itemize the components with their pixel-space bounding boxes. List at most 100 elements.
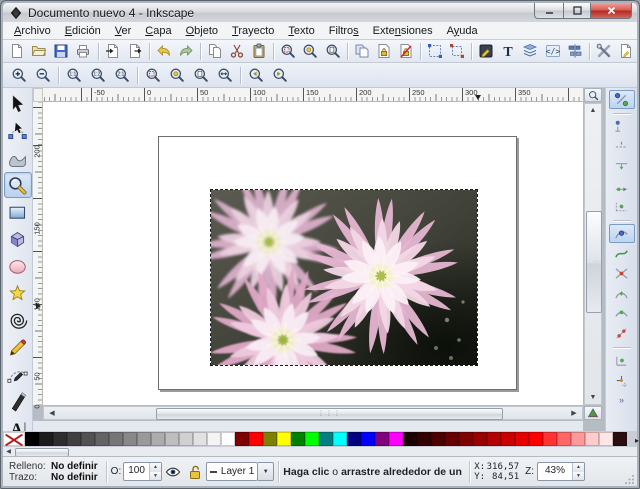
cut-button[interactable]: [226, 40, 248, 62]
zoom-previous-button[interactable]: [244, 64, 268, 86]
snapbar-overflow-button[interactable]: »: [619, 395, 624, 405]
palette-swatch[interactable]: [389, 432, 403, 446]
align-distribute-button[interactable]: [564, 40, 586, 62]
snap-nodes-button[interactable]: [609, 224, 635, 243]
calligraphy-tool-button[interactable]: [4, 388, 32, 414]
ungroup-button[interactable]: [446, 40, 468, 62]
horizontal-scroll-thumb[interactable]: ⋮⋮⋮: [156, 408, 503, 420]
page[interactable]: [158, 136, 517, 390]
snap-path-intersections-button[interactable]: [609, 264, 635, 283]
vertical-scroll-thumb[interactable]: ⫶: [586, 211, 602, 313]
menu-texto[interactable]: Texto: [281, 23, 321, 39]
node-tool-button[interactable]: [4, 118, 32, 144]
snap-bounding-box-button[interactable]: [609, 117, 635, 136]
menu-ver[interactable]: Ver: [108, 23, 139, 39]
current-layer-combo[interactable]: Layer 1: [206, 462, 258, 481]
palette-swatch[interactable]: [179, 432, 193, 446]
palette-swatch[interactable]: [529, 432, 543, 446]
menu-ayuda[interactable]: Ayuda: [440, 23, 485, 39]
menu-filtros[interactable]: Filtros: [322, 23, 366, 39]
menu-trayecto[interactable]: Trayecto: [225, 23, 281, 39]
palette-swatch[interactable]: [53, 432, 67, 446]
undo-button[interactable]: [153, 40, 175, 62]
palette-swatch[interactable]: [543, 432, 557, 446]
layer-dropdown-arrow[interactable]: ▼: [258, 462, 274, 481]
palette-swatch[interactable]: [613, 432, 627, 446]
new-document-button[interactable]: [6, 40, 28, 62]
palette-swatch[interactable]: [361, 432, 375, 446]
opacity-value[interactable]: 100: [124, 463, 149, 480]
zoom-to-selection-button[interactable]: [277, 40, 299, 62]
palette-scroll-right-arrow[interactable]: ▸: [635, 436, 639, 445]
print-document-button[interactable]: [72, 40, 94, 62]
scroll-right-arrow[interactable]: ▶: [568, 407, 580, 419]
palette-swatch[interactable]: [599, 432, 613, 446]
export-bitmap-button[interactable]: [124, 40, 146, 62]
fill-stroke-dialog-button[interactable]: [475, 40, 497, 62]
zoom-to-drawing-button[interactable]: [299, 40, 321, 62]
palette-swatch[interactable]: [67, 432, 81, 446]
fill-value[interactable]: No definir: [51, 461, 98, 472]
palette-swatch[interactable]: [151, 432, 165, 446]
snap-rotation-centers-button[interactable]: [609, 371, 635, 390]
save-document-button[interactable]: [50, 40, 72, 62]
palette-swatch[interactable]: [277, 432, 291, 446]
palette-swatch[interactable]: [207, 432, 221, 446]
xml-editor-button[interactable]: [542, 40, 564, 62]
stroke-value[interactable]: No definir: [51, 472, 98, 483]
palette-swatch[interactable]: [487, 432, 501, 446]
palette-swatch[interactable]: [557, 432, 571, 446]
palette-swatch[interactable]: [25, 432, 39, 446]
layers-dialog-button[interactable]: [519, 40, 541, 62]
palette-swatch[interactable]: [109, 432, 123, 446]
palette-swatch[interactable]: [221, 432, 235, 446]
palette-swatch[interactable]: [235, 432, 249, 446]
menu-archivo[interactable]: Archivo: [7, 23, 58, 39]
vertical-scrollbar[interactable]: ▲ ⫶ ▼: [584, 103, 602, 405]
zoom-selection-button[interactable]: [141, 64, 165, 86]
zoom-2-1-button[interactable]: [110, 64, 134, 86]
palette-swatch[interactable]: [459, 432, 473, 446]
sticky-zoom-toggle[interactable]: [584, 88, 602, 102]
pencil-tool-button[interactable]: [4, 334, 32, 360]
zoom-page-button[interactable]: [189, 64, 213, 86]
palette-swatch[interactable]: [137, 432, 151, 446]
snap-line-midpoints-button[interactable]: [609, 324, 635, 343]
image-object[interactable]: [210, 189, 478, 366]
zoom-out-button[interactable]: [31, 64, 55, 86]
duplicate-button[interactable]: [351, 40, 373, 62]
zoom-to-page-button[interactable]: [322, 40, 344, 62]
palette-swatch[interactable]: [263, 432, 277, 446]
spiral-tool-button[interactable]: [4, 307, 32, 333]
scroll-up-arrow[interactable]: ▲: [585, 104, 601, 117]
palette-swatch[interactable]: [403, 432, 417, 446]
scroll-left-arrow[interactable]: ◀: [46, 407, 58, 419]
import-bitmap-button[interactable]: [101, 40, 123, 62]
zoom-1-1-button[interactable]: [62, 64, 86, 86]
palette-swatch[interactable]: [571, 432, 585, 446]
box3d-tool-button[interactable]: [4, 226, 32, 252]
snap-paths-button[interactable]: [609, 244, 635, 263]
bezier-tool-button[interactable]: [4, 361, 32, 387]
ellipse-tool-button[interactable]: [4, 253, 32, 279]
snap-cusp-nodes-button[interactable]: [609, 284, 635, 303]
palette-swatch[interactable]: [291, 432, 305, 446]
color-managed-display-toggle[interactable]: [584, 406, 602, 420]
opacity-up-arrow[interactable]: ▲: [150, 463, 161, 472]
close-button[interactable]: [591, 3, 632, 19]
palette-swatch[interactable]: [319, 432, 333, 446]
layer-lock-icon[interactable]: [187, 464, 203, 480]
palette-swatch[interactable]: [193, 432, 207, 446]
menu-capa[interactable]: Capa: [138, 23, 178, 39]
paste-button[interactable]: [248, 40, 270, 62]
maximize-button[interactable]: [564, 3, 591, 19]
vertical-ruler[interactable]: 200150100500: [33, 102, 43, 405]
minimize-button[interactable]: [534, 3, 564, 19]
group-button[interactable]: [424, 40, 446, 62]
redo-button[interactable]: [175, 40, 197, 62]
title-bar[interactable]: Documento nuevo 4 - Inkscape: [3, 3, 637, 22]
palette-swatch[interactable]: [123, 432, 137, 446]
zoom-in-button[interactable]: [7, 64, 31, 86]
snap-object-centers-button[interactable]: [609, 351, 635, 370]
enable-snapping-button[interactable]: [609, 90, 635, 109]
